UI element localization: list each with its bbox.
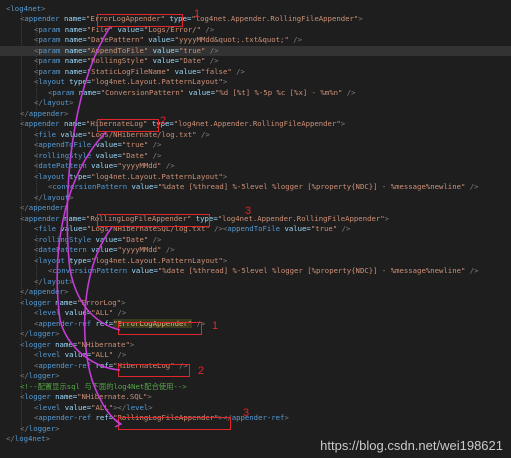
code-editor[interactable]: <log4net> <appender name="ErrorLogAppende… (0, 0, 511, 458)
connector-curve-2 (56, 131, 121, 371)
annotation-connectors (56, 26, 123, 428)
connector-curve-3 (83, 226, 121, 425)
watermark: https://blog.csdn.net/wei198621 (320, 438, 503, 453)
